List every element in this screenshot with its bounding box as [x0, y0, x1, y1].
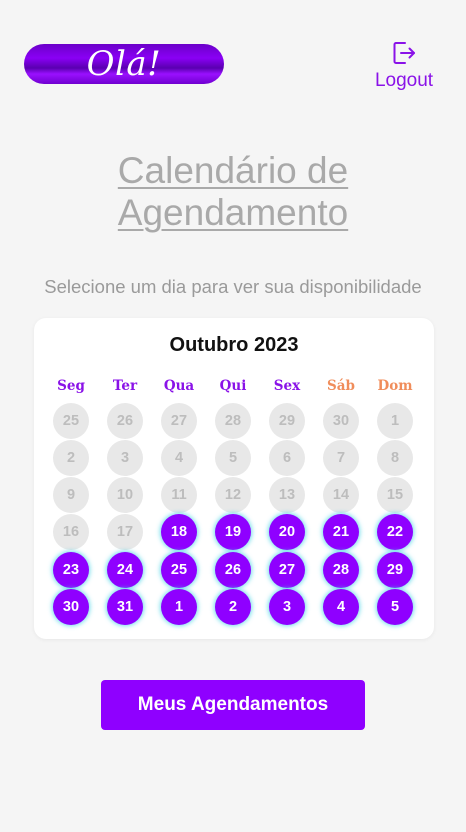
weekday-label: Qui: [219, 378, 247, 394]
page-title-line2: Agendamento: [117, 192, 349, 233]
calendar-day-available[interactable]: 24: [107, 552, 143, 588]
calendar-day-disabled: 4: [161, 440, 197, 476]
calendar-day-disabled: 14: [323, 477, 359, 513]
calendar-day-disabled: 17: [107, 514, 143, 550]
calendar-day-available[interactable]: 26: [215, 552, 251, 588]
calendar-day-available[interactable]: 28: [323, 552, 359, 588]
calendar-day-available[interactable]: 20: [269, 514, 305, 550]
calendar-day-disabled: 2: [53, 440, 89, 476]
calendar-day-disabled: 25: [53, 403, 89, 439]
calendar-day-disabled: 11: [161, 477, 197, 513]
calendar-day-disabled: 8: [377, 440, 413, 476]
calendar-day-disabled: 15: [377, 477, 413, 513]
weekday-label: Ter: [112, 378, 138, 394]
calendar-day-available[interactable]: 21: [323, 514, 359, 550]
calendar-month-label: Outubro 2023: [169, 334, 299, 356]
calendar-day-available[interactable]: 19: [215, 514, 251, 550]
calendar-day-disabled: 6: [269, 440, 305, 476]
calendar-day-available[interactable]: 23: [53, 552, 89, 588]
greeting-text: Olá!: [86, 44, 162, 84]
calendar-day-disabled: 3: [107, 440, 143, 476]
calendar-day-disabled: 13: [269, 477, 305, 513]
calendar-day-disabled: 9: [53, 477, 89, 513]
weekday-label: Sex: [273, 378, 301, 394]
logout-button[interactable]: Logout: [368, 40, 440, 96]
calendar-day-available[interactable]: 3: [269, 589, 305, 625]
weekday-label: Dom: [377, 378, 413, 394]
calendar-day-disabled: 7: [323, 440, 359, 476]
calendar-day-disabled: 5: [215, 440, 251, 476]
weekday-label: Sáb: [327, 378, 355, 394]
calendar-day-available[interactable]: 18: [161, 514, 197, 550]
calendar-day-available[interactable]: 27: [269, 552, 305, 588]
page-subtitle: Selecione um dia para ver sua disponibil…: [44, 276, 422, 297]
calendar-day-available[interactable]: 29: [377, 552, 413, 588]
weekday-header: Seg Ter Qua Qui Sex Sáb Dom: [34, 378, 434, 398]
page-title-line1: Calendário de: [117, 150, 349, 191]
calendar-day-available[interactable]: 5: [377, 589, 413, 625]
calendar-day-disabled: 10: [107, 477, 143, 513]
calendar-day-available[interactable]: 31: [107, 589, 143, 625]
calendar-day-disabled: 30: [323, 403, 359, 439]
calendar-day-available[interactable]: 1: [161, 589, 197, 625]
calendar-day-available[interactable]: 4: [323, 589, 359, 625]
calendar-day-available[interactable]: 22: [377, 514, 413, 550]
calendar-day-disabled: 1: [377, 403, 413, 439]
calendar-day-disabled: 16: [53, 514, 89, 550]
my-appointments-button[interactable]: Meus Agendamentos: [101, 680, 365, 730]
greeting-banner: Olá!: [24, 44, 224, 84]
calendar-day-disabled: 29: [269, 403, 305, 439]
calendar-day-disabled: 28: [215, 403, 251, 439]
logout-icon: [393, 42, 415, 64]
logout-label: Logout: [374, 70, 434, 91]
calendar-card: Outubro 2023 Seg Ter Qua Qui Sex Sáb Dom 25 26 2…: [34, 318, 434, 639]
calendar-day-available[interactable]: 30: [53, 589, 89, 625]
calendar-day-available[interactable]: 25: [161, 552, 197, 588]
calendar-day-disabled: 26: [107, 403, 143, 439]
calendar-day-available[interactable]: 2: [215, 589, 251, 625]
calendar-day-disabled: 27: [161, 403, 197, 439]
calendar-day-disabled: 12: [215, 477, 251, 513]
weekday-label: Qua: [163, 378, 195, 394]
page-title: Calendário de Agendamento: [0, 150, 466, 234]
weekday-label: Seg: [57, 378, 85, 394]
